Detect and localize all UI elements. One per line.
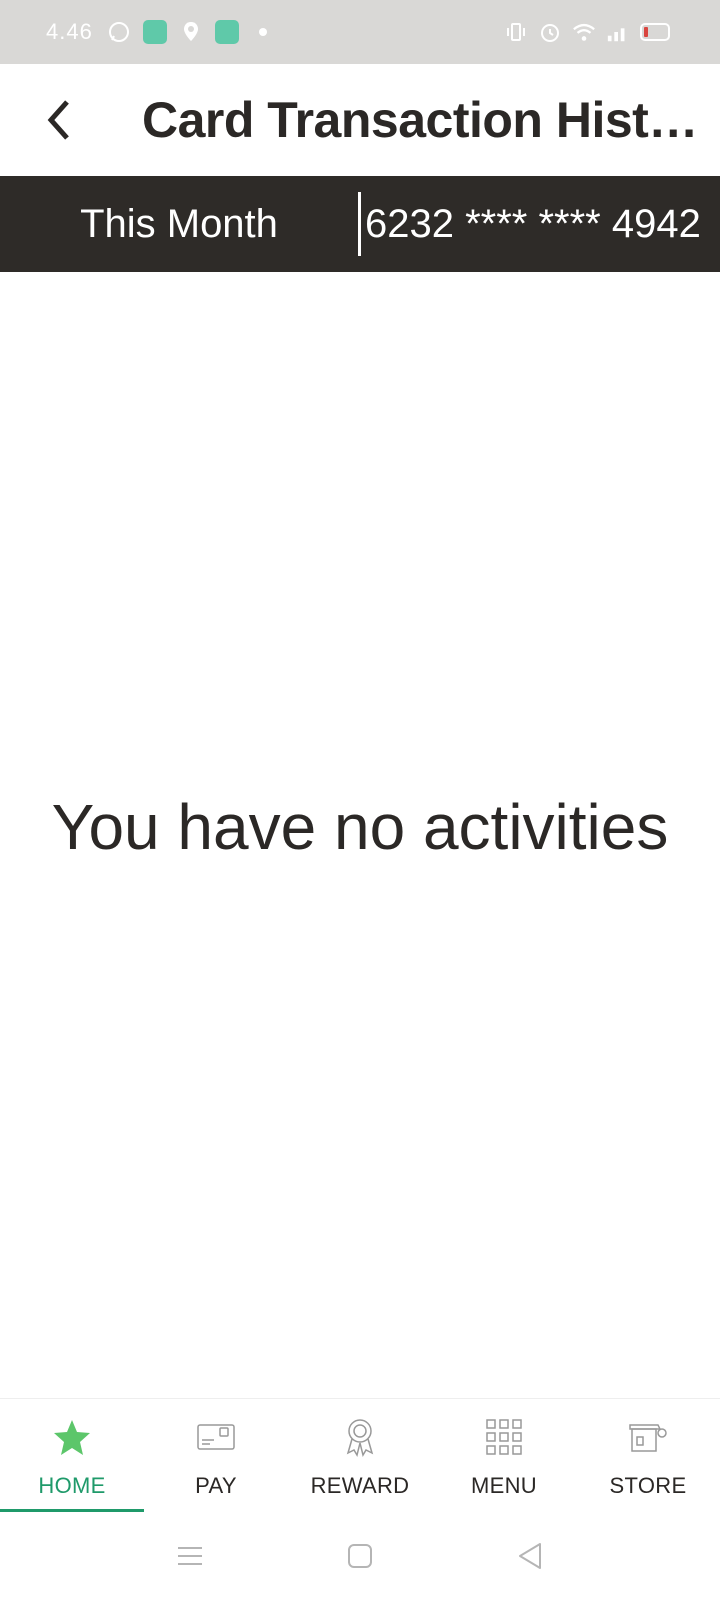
nav-label-store: STORE [609,1473,687,1498]
status-left-icons [107,20,275,44]
whatsapp-icon [107,20,131,44]
app-icon [142,20,167,44]
empty-state-message: You have no activities [51,791,669,863]
nav-label-home: HOME [38,1473,106,1498]
nav-item-reward[interactable]: REWARD [288,1399,432,1513]
status-time: 4.46 [46,19,93,44]
vibrate-icon [504,20,528,44]
card-icon [194,1415,238,1459]
triangle-back-icon [519,1543,541,1569]
store-icon [626,1415,670,1459]
nav-label-reward: REWARD [310,1473,410,1498]
location-icon [179,20,203,44]
back-button[interactable] [28,90,88,150]
system-home-button[interactable] [342,1538,378,1574]
status-bar: 4.46 [0,0,720,64]
chevron-left-icon [47,100,69,140]
nav-item-pay[interactable]: PAY [144,1399,288,1513]
status-right-icons [504,20,674,44]
nav-label-pay: PAY [195,1473,237,1498]
filter-strip: This Month 6232 **** **** 4942 [0,176,720,272]
wifi-icon [572,20,596,44]
bottom-nav: HOME PAY REWARD MENU STORE [0,1398,720,1513]
system-recents-button[interactable] [172,1538,208,1574]
system-back-button[interactable] [512,1538,548,1574]
card-selector[interactable]: 6232 **** **** 4942 [361,176,720,272]
app-header: Card Transaction History [0,64,720,176]
award-icon [338,1415,382,1459]
grid-icon [482,1415,526,1459]
battery-low-icon [640,20,674,44]
square-icon [348,1544,372,1568]
app-icon [214,20,239,44]
nav-item-menu[interactable]: MENU [432,1399,576,1513]
alarm-icon [538,20,562,44]
hamburger-icon [178,1547,202,1565]
nav-item-home[interactable]: HOME [0,1399,144,1513]
nav-label-menu: MENU [471,1473,537,1498]
page-title: Card Transaction History [142,92,702,148]
system-nav [0,1512,720,1600]
signal-icon [606,20,630,44]
nav-item-store[interactable]: STORE [576,1399,720,1513]
notification-dot-icon [251,20,275,44]
star-icon [50,1415,94,1459]
period-selector[interactable]: This Month [0,176,358,272]
